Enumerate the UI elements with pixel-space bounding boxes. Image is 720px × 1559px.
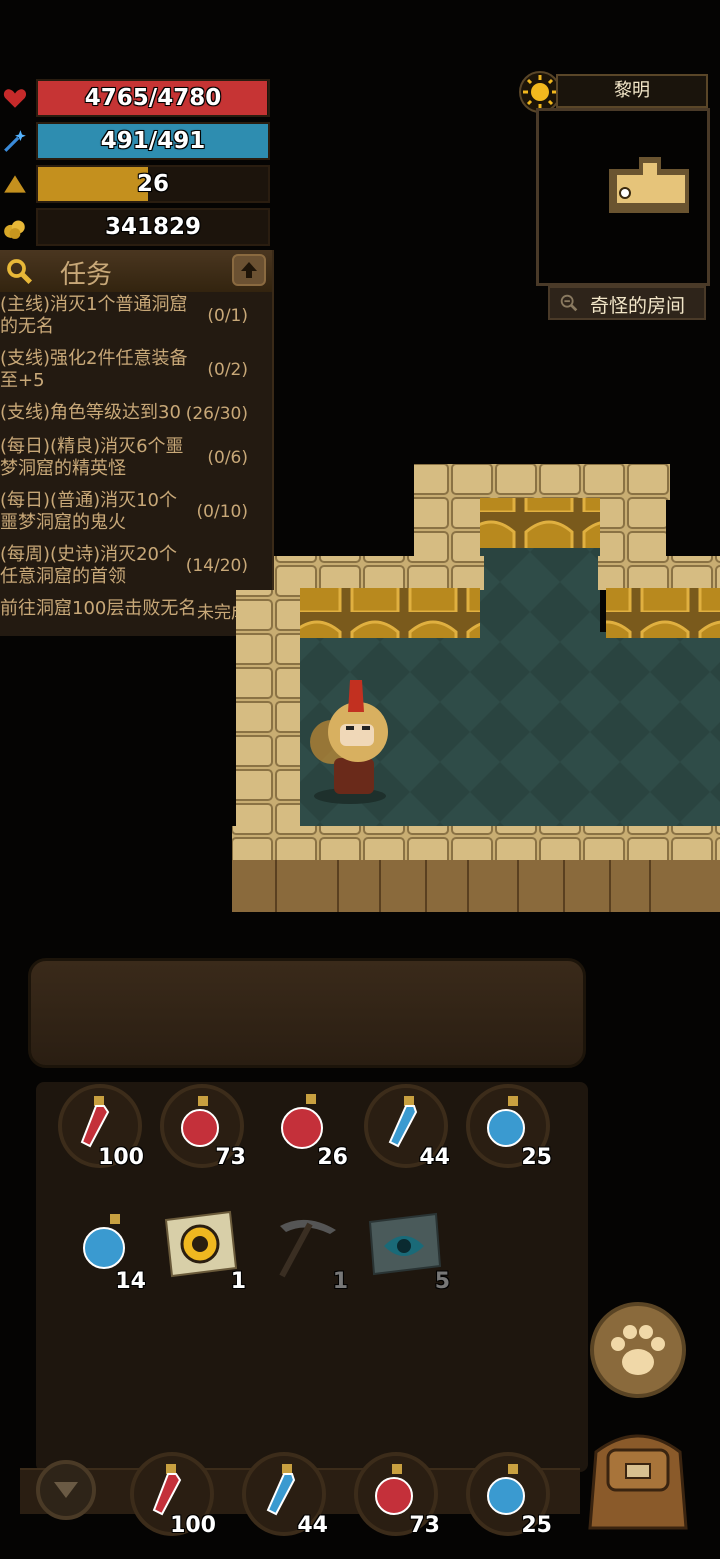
blue-potion-icon bbox=[83, 1214, 125, 1269]
pet-button[interactable] bbox=[590, 1302, 686, 1398]
inventory-slot[interactable]: 14 bbox=[70, 1206, 160, 1296]
minimap-room bbox=[609, 157, 689, 213]
collapse-button[interactable] bbox=[232, 254, 266, 286]
quest-item[interactable]: (主线)消灭1个普通洞窟的无名 (0/1) bbox=[0, 292, 272, 338]
triangle-icon bbox=[4, 175, 26, 193]
inventory-slot[interactable]: 44 bbox=[362, 1082, 452, 1172]
quick-slot[interactable]: 25 bbox=[464, 1450, 554, 1540]
inventory-panel: 100 73 26 44 25 14 1 1 5 bbox=[36, 1082, 588, 1472]
arrow-up-icon bbox=[241, 262, 257, 278]
inventory-slot[interactable]: 100 bbox=[56, 1082, 146, 1172]
magnifier-icon bbox=[7, 259, 33, 285]
pickaxe-icon bbox=[279, 1219, 336, 1278]
gold-coins-icon bbox=[4, 220, 25, 239]
quick-slot[interactable]: 100 bbox=[128, 1450, 218, 1540]
mp-text: 491/491 bbox=[100, 128, 206, 154]
collapse-inventory-button[interactable] bbox=[36, 1460, 96, 1520]
location-label[interactable]: 奇怪的房间 bbox=[548, 286, 706, 320]
inventory-slot[interactable]: 25 bbox=[464, 1082, 554, 1172]
inventory-slot[interactable]: 1 bbox=[260, 1206, 350, 1296]
dungeon-room[interactable] bbox=[230, 462, 720, 918]
time-of-day: 黎明 bbox=[556, 74, 708, 108]
eye-scroll-icon bbox=[368, 1212, 442, 1276]
chevron-down-icon bbox=[54, 1482, 78, 1498]
gold-bar: 341829 bbox=[0, 208, 272, 246]
paw-icon bbox=[611, 1325, 665, 1375]
quick-slot[interactable]: 73 bbox=[352, 1450, 442, 1540]
backpack-icon[interactable] bbox=[582, 1420, 694, 1538]
mp-bar: 491/491 bbox=[0, 122, 272, 160]
teleport-scroll-icon bbox=[164, 1210, 238, 1278]
quest-item[interactable]: (支线)角色等级达到30 (26/30) bbox=[0, 402, 272, 430]
hp-text: 4765/4780 bbox=[84, 85, 222, 111]
level-bar: 26 bbox=[0, 165, 272, 203]
zoom-icon bbox=[560, 294, 578, 312]
minimap[interactable] bbox=[536, 108, 710, 286]
gold-text: 341829 bbox=[104, 214, 202, 240]
hp-bar: 4765/4780 bbox=[0, 79, 272, 117]
quest-item[interactable]: (支线)强化2件任意装备至+5 (0/2) bbox=[0, 348, 272, 394]
magic-wand-icon bbox=[4, 130, 26, 152]
inventory-slot[interactable]: 5 bbox=[362, 1206, 452, 1296]
inventory-slot[interactable]: 26 bbox=[260, 1082, 350, 1172]
message-board bbox=[28, 958, 586, 1068]
location-name: 奇怪的房间 bbox=[590, 295, 686, 317]
quick-slot[interactable]: 44 bbox=[240, 1450, 330, 1540]
quest-title: 任务 bbox=[60, 260, 113, 290]
quest-header[interactable]: 任务 bbox=[0, 250, 272, 292]
inventory-slot[interactable]: 1 bbox=[158, 1206, 248, 1296]
heart-icon bbox=[3, 89, 27, 108]
inventory-slot[interactable]: 73 bbox=[158, 1082, 248, 1172]
level-text: 26 bbox=[136, 171, 169, 197]
